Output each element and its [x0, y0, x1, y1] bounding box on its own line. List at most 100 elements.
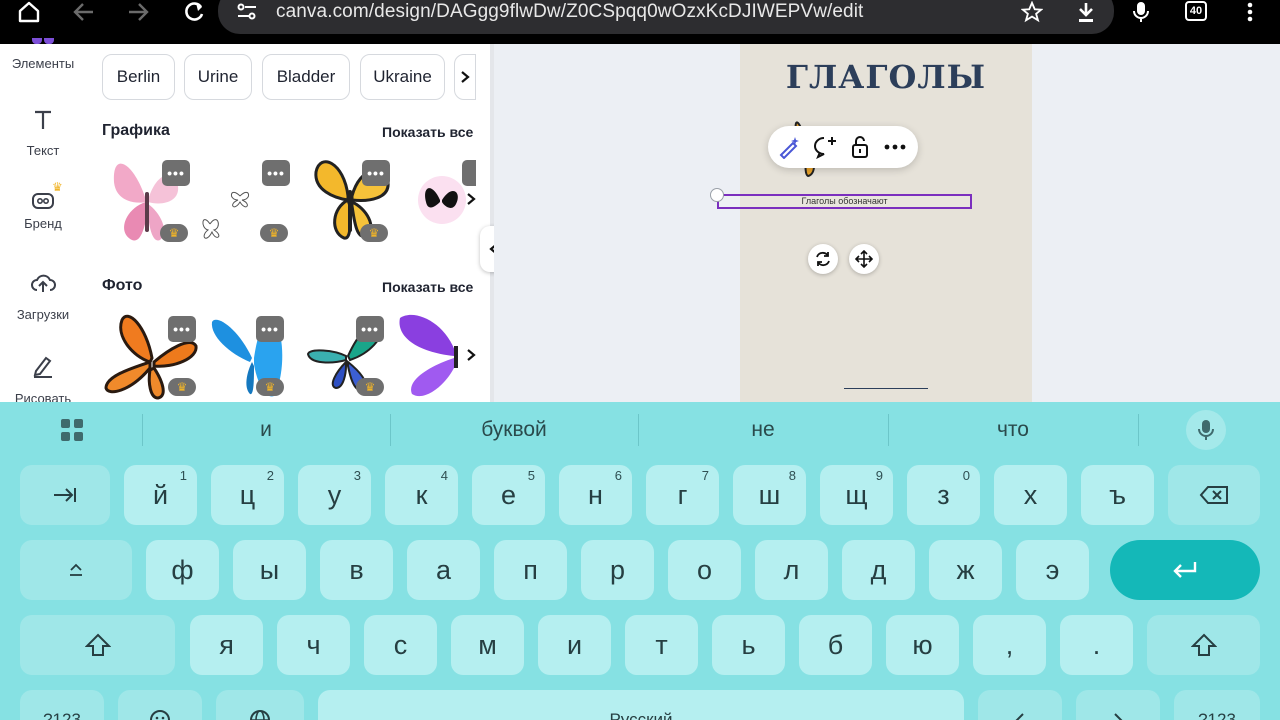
comment-add-icon — [814, 137, 836, 159]
home-icon[interactable] — [9, 0, 49, 24]
search-chip[interactable]: Urine — [184, 54, 252, 100]
rotate-button[interactable] — [808, 244, 838, 274]
back-icon[interactable] — [64, 0, 104, 24]
language-key[interactable] — [216, 690, 304, 720]
photos-scroll-right-button[interactable] — [460, 344, 482, 366]
reload-icon[interactable] — [174, 0, 214, 24]
backspace-key[interactable] — [1168, 465, 1260, 525]
key[interactable]: ы — [233, 540, 306, 600]
resize-handle[interactable] — [710, 188, 724, 202]
key[interactable]: щ9 — [820, 465, 893, 525]
sidebar-item-brand[interactable]: ♛ Бренд — [0, 180, 86, 231]
add-comment-button[interactable] — [810, 132, 840, 162]
move-button[interactable] — [849, 244, 879, 274]
chips-scroll-right-button[interactable] — [454, 54, 476, 100]
graphic-more-button[interactable] — [462, 160, 476, 186]
search-chip[interactable]: Ukraine — [360, 54, 445, 100]
key[interactable]: . — [1060, 615, 1133, 675]
key[interactable]: д — [842, 540, 915, 600]
suggestion[interactable]: что — [888, 402, 1138, 458]
suggestion[interactable]: не — [638, 402, 888, 458]
design-canvas[interactable]: ГЛАГОЛЫ Глаголы обозначают — [494, 44, 1280, 402]
cursor-right-key[interactable] — [1076, 690, 1160, 720]
sidebar-item-label: Бренд — [24, 216, 62, 231]
sidebar-item-uploads[interactable]: Загрузки — [0, 272, 86, 322]
key[interactable]: в — [320, 540, 393, 600]
key[interactable]: н6 — [559, 465, 632, 525]
graphic-more-button[interactable]: ••• — [262, 160, 290, 186]
key[interactable]: х — [994, 465, 1067, 525]
url-text[interactable]: canva.com/design/DAGgg9flwDw/Z0CSpqq0wOz… — [276, 0, 863, 24]
key[interactable]: ь — [712, 615, 785, 675]
graphic-more-button[interactable]: ••• — [162, 160, 190, 186]
symbols-key[interactable]: ?123 — [20, 690, 104, 720]
key[interactable]: л — [755, 540, 828, 600]
text-box-content[interactable]: Глаголы обозначают — [719, 196, 970, 207]
more-options-button[interactable] — [880, 132, 910, 162]
key[interactable]: и — [538, 615, 611, 675]
key[interactable]: э — [1016, 540, 1089, 600]
page-title[interactable]: ГЛАГОЛЫ — [740, 58, 1032, 96]
key[interactable]: ю — [886, 615, 959, 675]
forward-icon[interactable] — [118, 0, 158, 24]
key[interactable]: й1 — [124, 465, 197, 525]
site-settings-icon[interactable] — [227, 0, 267, 24]
photo-more-button[interactable]: ••• — [256, 316, 284, 342]
key[interactable]: я — [190, 615, 263, 675]
selected-text-box[interactable]: Глаголы обозначают — [717, 194, 972, 209]
photo-more-button[interactable]: ••• — [168, 316, 196, 342]
shift-key-right[interactable] — [1147, 615, 1260, 675]
key[interactable]: г7 — [646, 465, 719, 525]
chevron-right-icon — [461, 71, 470, 83]
space-key[interactable]: Русский — [318, 690, 964, 720]
shift-lock-key[interactable] — [20, 540, 132, 600]
enter-key[interactable] — [1110, 540, 1260, 600]
key[interactable]: с — [364, 615, 437, 675]
apps-grid-button[interactable] — [60, 418, 84, 447]
emoji-key[interactable] — [118, 690, 202, 720]
key[interactable]: о — [668, 540, 741, 600]
key[interactable]: ж — [929, 540, 1002, 600]
microphone-icon[interactable] — [1121, 0, 1161, 24]
key[interactable]: а — [407, 540, 480, 600]
key[interactable]: ш8 — [733, 465, 806, 525]
key[interactable]: з0 — [907, 465, 980, 525]
key[interactable]: е5 — [472, 465, 545, 525]
search-chip[interactable]: Bladder — [262, 54, 350, 100]
key[interactable]: , — [973, 615, 1046, 675]
tab-key[interactable] — [20, 465, 110, 525]
cursor-left-key[interactable] — [978, 690, 1062, 720]
key[interactable]: б — [799, 615, 872, 675]
magic-edit-button[interactable] — [774, 132, 804, 162]
key[interactable]: р — [581, 540, 654, 600]
sidebar-item-draw[interactable]: Рисовать — [0, 354, 86, 406]
design-page[interactable]: ГЛАГОЛЫ — [740, 44, 1032, 402]
lock-button[interactable] — [845, 132, 875, 162]
graphic-more-button[interactable]: ••• — [362, 160, 390, 186]
key[interactable]: п — [494, 540, 567, 600]
voice-input-button[interactable] — [1186, 410, 1226, 450]
key[interactable]: т — [625, 615, 698, 675]
graphics-scroll-right-button[interactable] — [460, 188, 482, 210]
key[interactable]: ъ — [1081, 465, 1154, 525]
photos-show-all-link[interactable]: Показать все — [382, 279, 473, 295]
key[interactable]: ц2 — [211, 465, 284, 525]
suggestion[interactable]: и — [142, 402, 390, 458]
photo-more-button[interactable]: ••• — [356, 316, 384, 342]
bookmark-star-icon[interactable] — [1012, 0, 1052, 24]
sidebar-item-elements[interactable]: Элементы — [0, 38, 86, 71]
key[interactable]: у3 — [298, 465, 371, 525]
download-icon[interactable] — [1066, 0, 1106, 24]
suggestion[interactable]: буквой — [390, 402, 638, 458]
key[interactable]: к4 — [385, 465, 458, 525]
symbols-key-right[interactable]: ?123 — [1174, 690, 1260, 720]
tab-switcher-button[interactable]: 40 — [1185, 1, 1207, 21]
overflow-menu-icon[interactable] — [1230, 0, 1270, 24]
shift-key[interactable] — [20, 615, 175, 675]
sidebar-item-text[interactable]: Текст — [0, 108, 86, 158]
search-chip[interactable]: Berlin — [102, 54, 175, 100]
graphics-show-all-link[interactable]: Показать все — [382, 124, 473, 140]
key[interactable]: м — [451, 615, 524, 675]
key[interactable]: ч — [277, 615, 350, 675]
key[interactable]: ф — [146, 540, 219, 600]
